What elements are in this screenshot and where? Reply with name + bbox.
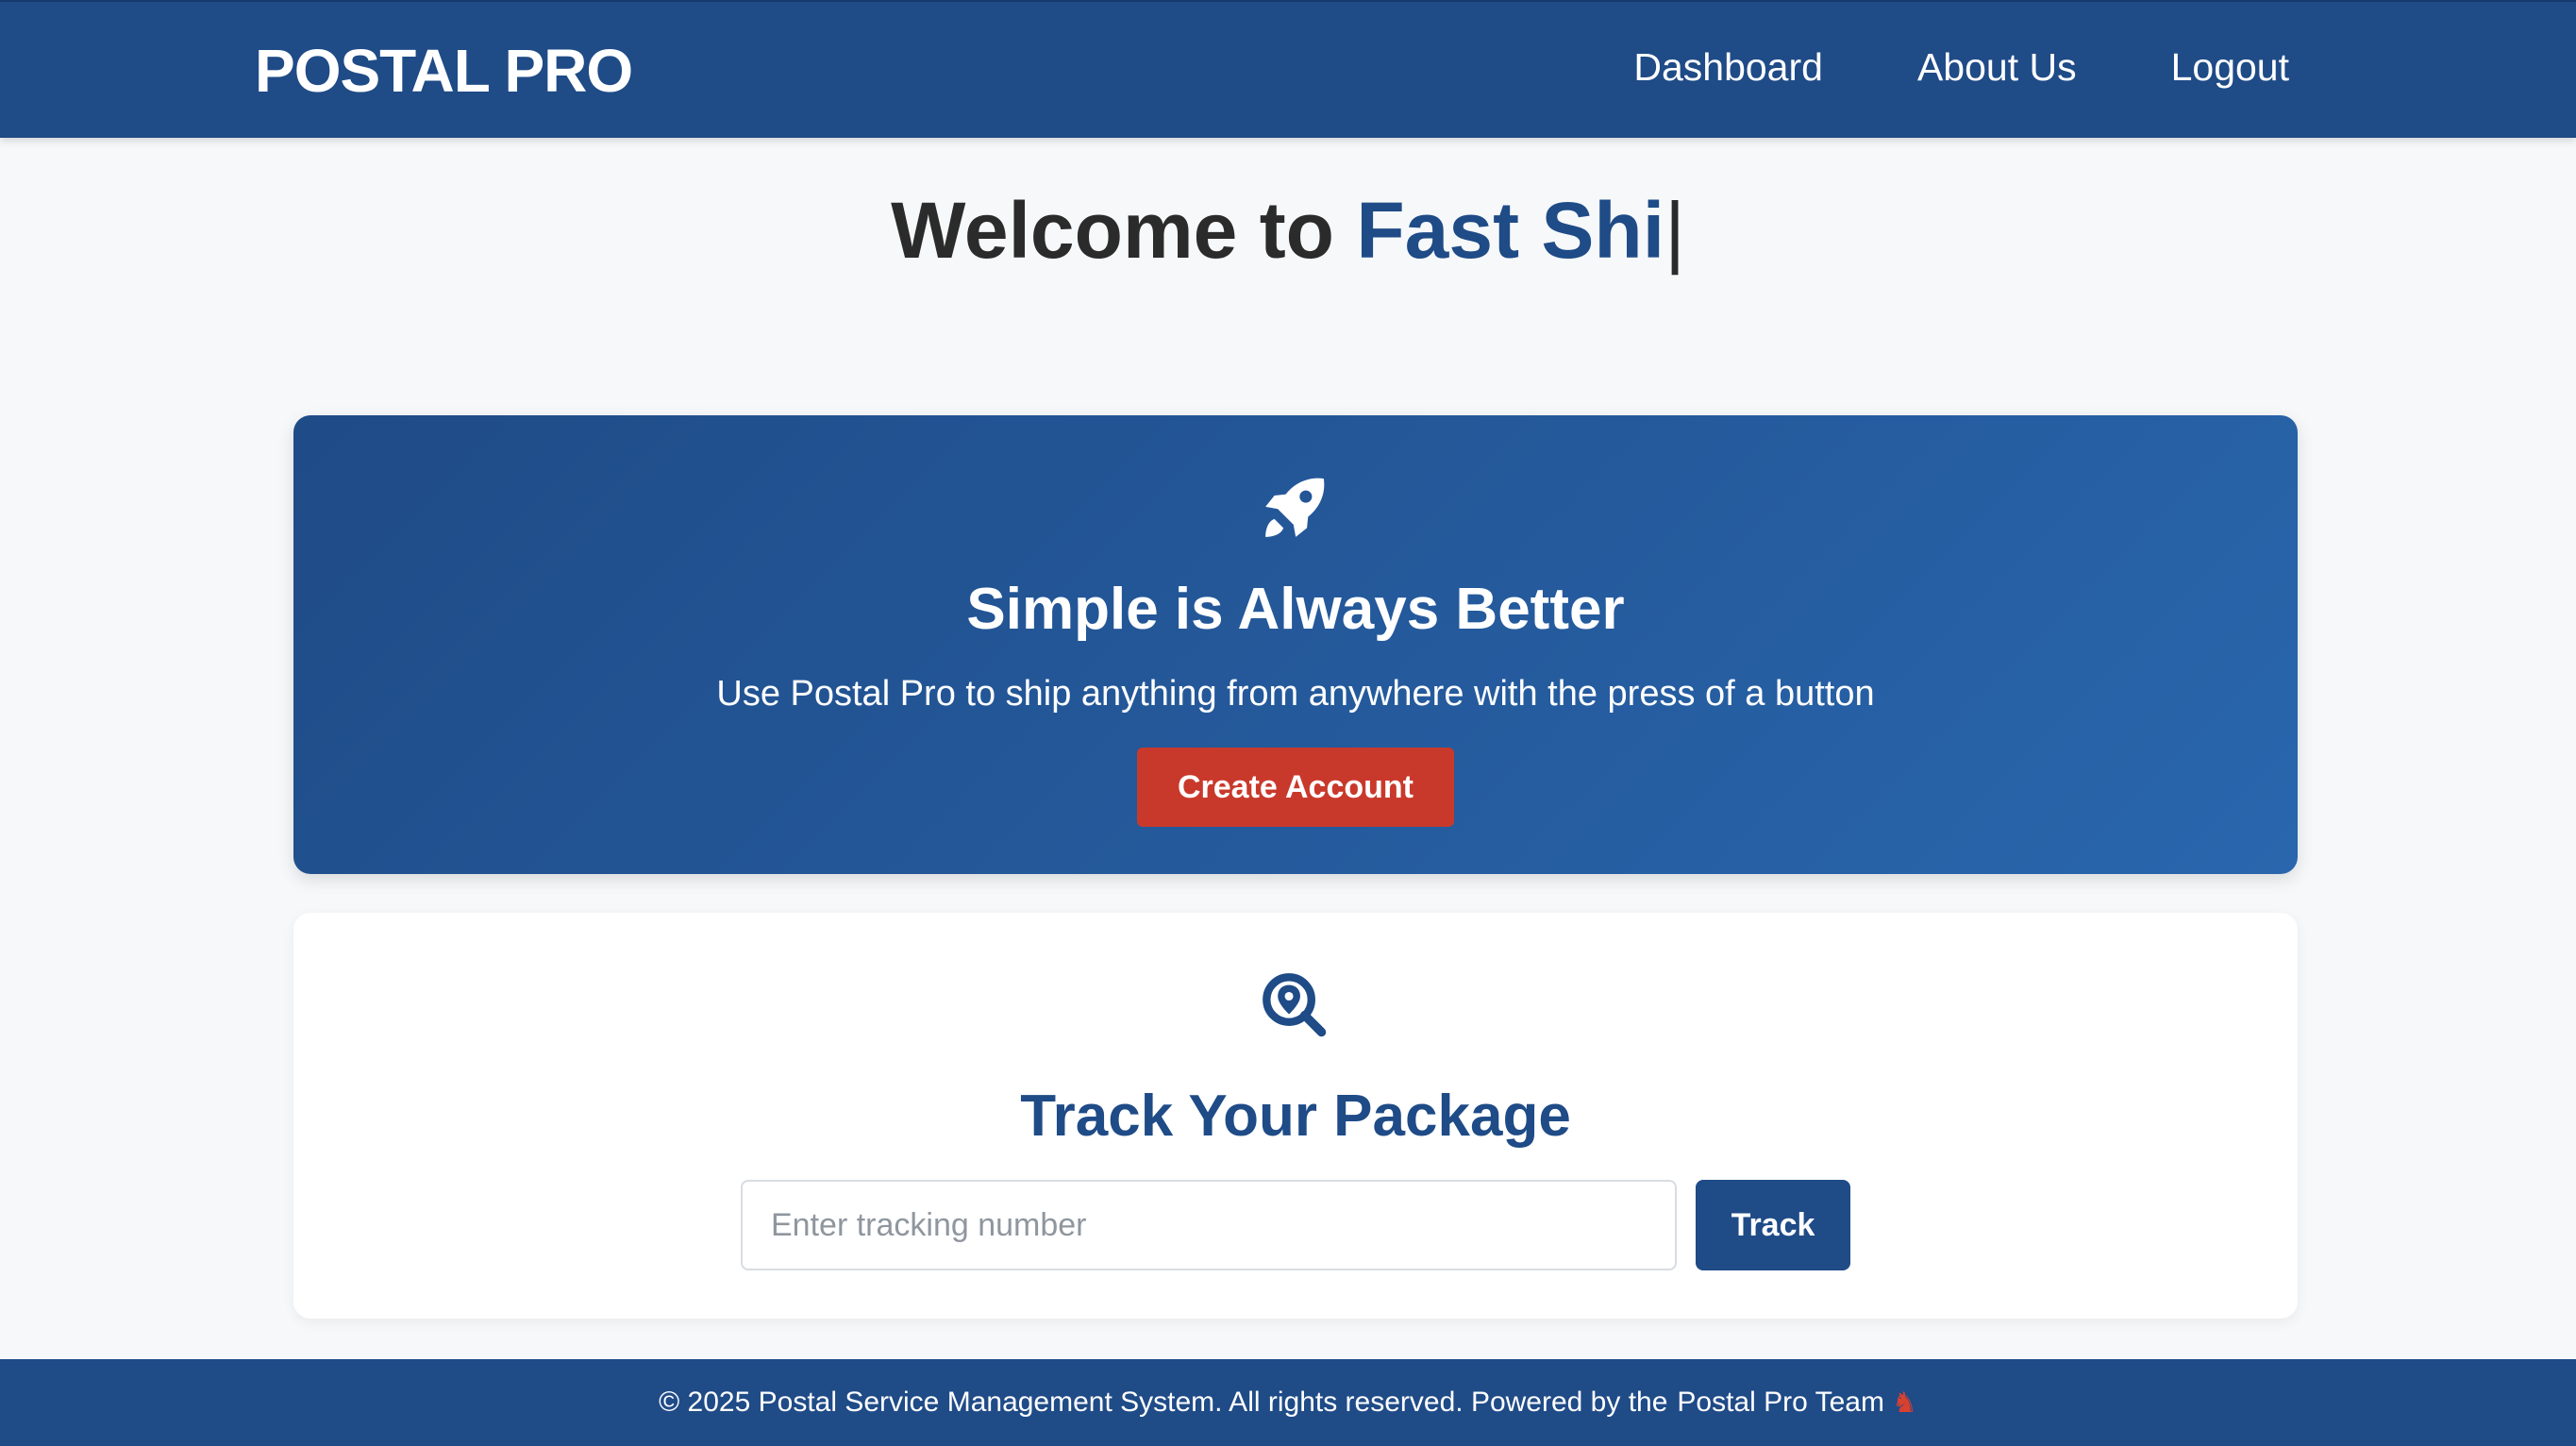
welcome-typed-text: Fast Shi — [1356, 186, 1665, 275]
nav-links: Dashboard About Us Logout — [1633, 45, 2289, 90]
top-navbar: POSTAL PRO Dashboard About Us Logout — [0, 0, 2576, 138]
footer-copyright: © 2025 Postal Service Management System.… — [659, 1387, 1668, 1418]
location-search-icon — [1263, 973, 1327, 1037]
track-title: Track Your Package — [1020, 1084, 1571, 1149]
hero-banner: Simple is Always Better Use Postal Pro t… — [293, 415, 2298, 874]
page-footer: © 2025 Postal Service Management System.… — [0, 1359, 2576, 1446]
create-account-button[interactable]: Create Account — [1137, 748, 1454, 827]
track-package-card: Track Your Package Track — [293, 913, 2298, 1319]
track-button[interactable]: Track — [1696, 1180, 1850, 1270]
welcome-prefix: Welcome to — [891, 186, 1357, 275]
footer-team-name: Postal Pro Team — [1677, 1387, 1884, 1418]
welcome-heading: Welcome to Fast Shi| — [0, 185, 2576, 277]
rocket-icon — [1265, 478, 1325, 537]
tracking-number-input[interactable] — [741, 1180, 1677, 1270]
chess-knight-icon: ♞ — [1891, 1387, 1917, 1419]
brand-logo[interactable]: POSTAL PRO — [255, 36, 633, 106]
hero-subtitle: Use Postal Pro to ship anything from any… — [716, 674, 1875, 714]
hero-title: Simple is Always Better — [966, 577, 1625, 642]
nav-link-logout[interactable]: Logout — [2171, 45, 2289, 90]
typing-cursor: | — [1664, 186, 1685, 275]
nav-link-dashboard[interactable]: Dashboard — [1633, 45, 1823, 90]
nav-link-about-us[interactable]: About Us — [1917, 45, 2077, 90]
